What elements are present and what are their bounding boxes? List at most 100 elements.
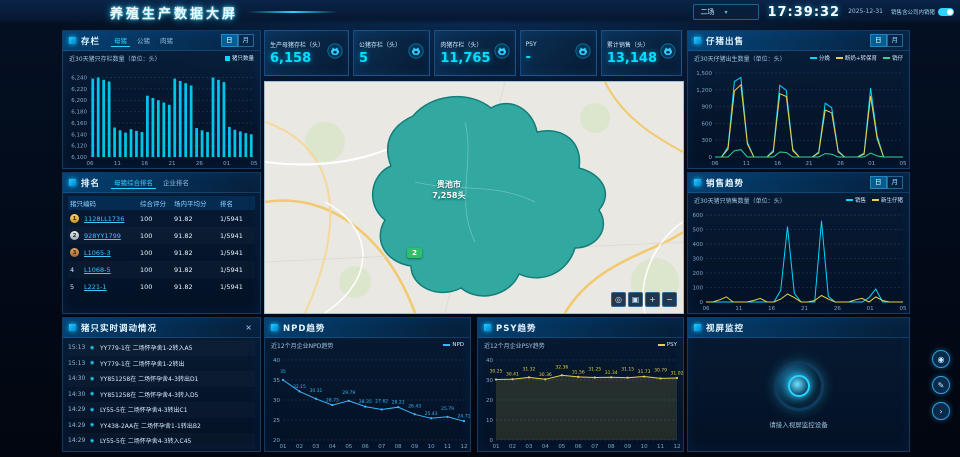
svg-text:6,220: 6,220: [71, 87, 87, 93]
table-row: 1 1128LL1736 100 91.82 1/5941: [68, 210, 255, 227]
svg-text:31.02: 31.02: [671, 370, 683, 376]
assistant-icon[interactable]: ◉: [932, 350, 950, 368]
bronze-medal-icon: 3: [70, 248, 79, 257]
svg-text:31.73: 31.73: [638, 369, 651, 375]
panel-icon: [694, 37, 701, 44]
movement-time: 15:13: [68, 344, 90, 351]
farm-select-value: 二场: [700, 7, 714, 17]
score-value: 100: [140, 283, 174, 291]
svg-text:30.79: 30.79: [654, 367, 667, 373]
kpi-value: 6,158: [270, 51, 324, 66]
panel-icon: [271, 324, 278, 331]
panel-movement-title: 猪只实时调动情况: [81, 322, 157, 334]
svg-text:02: 02: [296, 444, 303, 450]
tab-sow[interactable]: 母猪: [111, 34, 130, 47]
layers-icon[interactable]: ▣: [628, 292, 643, 307]
pig-code-link[interactable]: 1128LL1736: [84, 215, 140, 223]
tab-fattening[interactable]: 肉猪: [157, 34, 176, 47]
avg-value: 91.82: [174, 215, 220, 223]
movement-time: 14:29: [68, 422, 90, 429]
svg-text:11: 11: [114, 161, 121, 167]
table-row: 2 928YY1799 100 91.82 1/5941: [68, 227, 255, 244]
piglet-line-chart: 03006009001,2001,50006111621260105: [688, 64, 909, 168]
list-item: 15:13◉YY779-1在 二场怀孕舍1-2转入A5: [68, 340, 255, 356]
svg-text:31.32: 31.32: [522, 366, 535, 372]
region-map[interactable]: 贵池市 7,258头 2 ◎ ▣ + −: [264, 81, 684, 314]
svg-text:26: 26: [834, 306, 841, 312]
close-icon[interactable]: ×: [243, 323, 254, 332]
svg-text:07: 07: [591, 444, 598, 450]
top-header: 养殖生产数据大屏 二场 ▾ 17:39:32 2025-12-31 销售含公司内…: [0, 0, 960, 24]
panel-monitor-title: 视屏监控: [706, 322, 744, 334]
panel-ranking-title: 排名: [81, 177, 100, 189]
svg-text:03: 03: [312, 444, 319, 450]
panel-icon: [484, 324, 491, 331]
svg-text:01: 01: [493, 444, 500, 450]
zoom-in-icon[interactable]: +: [645, 292, 660, 307]
day-toggle[interactable]: 日: [870, 34, 887, 47]
svg-text:30.41: 30.41: [506, 372, 519, 378]
tab-sow-ranking[interactable]: 母猪综合排名: [111, 176, 156, 189]
farm-select-dropdown[interactable]: 二场 ▾: [693, 4, 759, 20]
day-toggle[interactable]: 日: [221, 34, 238, 47]
svg-text:21: 21: [801, 306, 808, 312]
feedback-edit-icon[interactable]: ✎: [932, 376, 950, 394]
pig-code-link[interactable]: L1065-3: [84, 249, 140, 257]
npd-chart-subtitle: 近12个月企业NPD趋势: [271, 341, 333, 350]
locate-icon[interactable]: ◎: [611, 292, 626, 307]
pig-code-link[interactable]: L1068-5: [84, 266, 140, 274]
pig-code-link[interactable]: 928YY1799: [84, 232, 140, 240]
movement-time: 14:30: [68, 375, 90, 382]
rank-value: 1/5941: [220, 249, 253, 257]
kpi-value: -: [526, 50, 537, 65]
svg-text:16: 16: [141, 161, 148, 167]
svg-text:01: 01: [280, 444, 287, 450]
camera-lens-icon: [774, 361, 824, 411]
movement-text: YY851258在 二场怀孕舍4-3转出D1: [100, 374, 255, 383]
svg-text:26: 26: [837, 161, 844, 167]
svg-text:30.31: 30.31: [309, 388, 322, 394]
tab-boar[interactable]: 公猪: [134, 34, 153, 47]
pig-dot-icon: ◉: [90, 360, 100, 366]
zoom-out-icon[interactable]: −: [662, 292, 677, 307]
map-cluster-marker[interactable]: 2: [407, 248, 422, 258]
kpi-boar-inventory: 公猪存栏（头）5: [353, 30, 430, 76]
pig-code-link[interactable]: L221-1: [84, 283, 140, 291]
kpi-label: 公猪存栏（头）: [359, 40, 401, 49]
kpi-label: PSY: [526, 41, 537, 48]
month-toggle[interactable]: 月: [887, 34, 904, 47]
svg-text:08: 08: [608, 444, 615, 450]
svg-text:6,100: 6,100: [71, 155, 87, 161]
svg-text:06: 06: [712, 161, 719, 167]
svg-text:01: 01: [867, 306, 874, 312]
svg-text:31.34: 31.34: [605, 370, 618, 376]
svg-text:21: 21: [806, 161, 813, 167]
svg-text:12: 12: [461, 444, 468, 450]
month-toggle[interactable]: 月: [238, 34, 255, 47]
panel-sales: 销售趋势 日 月 近30天猪只销售数量（单位：头） 销售新生仔猪 0100200…: [687, 172, 910, 314]
day-toggle[interactable]: 日: [870, 176, 887, 189]
month-toggle[interactable]: 月: [887, 176, 904, 189]
avg-value: 91.82: [174, 283, 220, 291]
svg-text:01: 01: [223, 161, 230, 167]
svg-text:16: 16: [768, 306, 775, 312]
svg-text:06: 06: [575, 444, 582, 450]
panel-icon: [69, 179, 76, 186]
svg-text:200: 200: [693, 271, 704, 277]
list-item: 14:29◉LY55-5在 二场怀孕舍4-3转出C1: [68, 402, 255, 418]
movement-time: 14:29: [68, 437, 90, 444]
avg-value: 91.82: [174, 266, 220, 274]
pig-dot-icon: ◉: [90, 407, 100, 413]
panel-icon: [694, 324, 701, 331]
panel-psy-title: PSY趋势: [496, 322, 537, 334]
avg-value: 91.82: [174, 249, 220, 257]
svg-text:32.15: 32.15: [293, 384, 306, 390]
tab-company-ranking[interactable]: 企业排名: [160, 176, 192, 189]
svg-text:28.35: 28.35: [359, 399, 372, 405]
panel-inventory-header: 存栏 母猪 公猪 肉猪 日 月: [63, 31, 260, 51]
panel-piglet-title: 仔猪出售: [706, 35, 744, 47]
sales-toggle-switch[interactable]: [938, 8, 954, 16]
svg-text:04: 04: [329, 444, 336, 450]
ranking-table-header: 猪只编码 综合评分 场内平均分 排名: [68, 196, 255, 210]
collapse-arrow-icon[interactable]: ›: [932, 402, 950, 420]
